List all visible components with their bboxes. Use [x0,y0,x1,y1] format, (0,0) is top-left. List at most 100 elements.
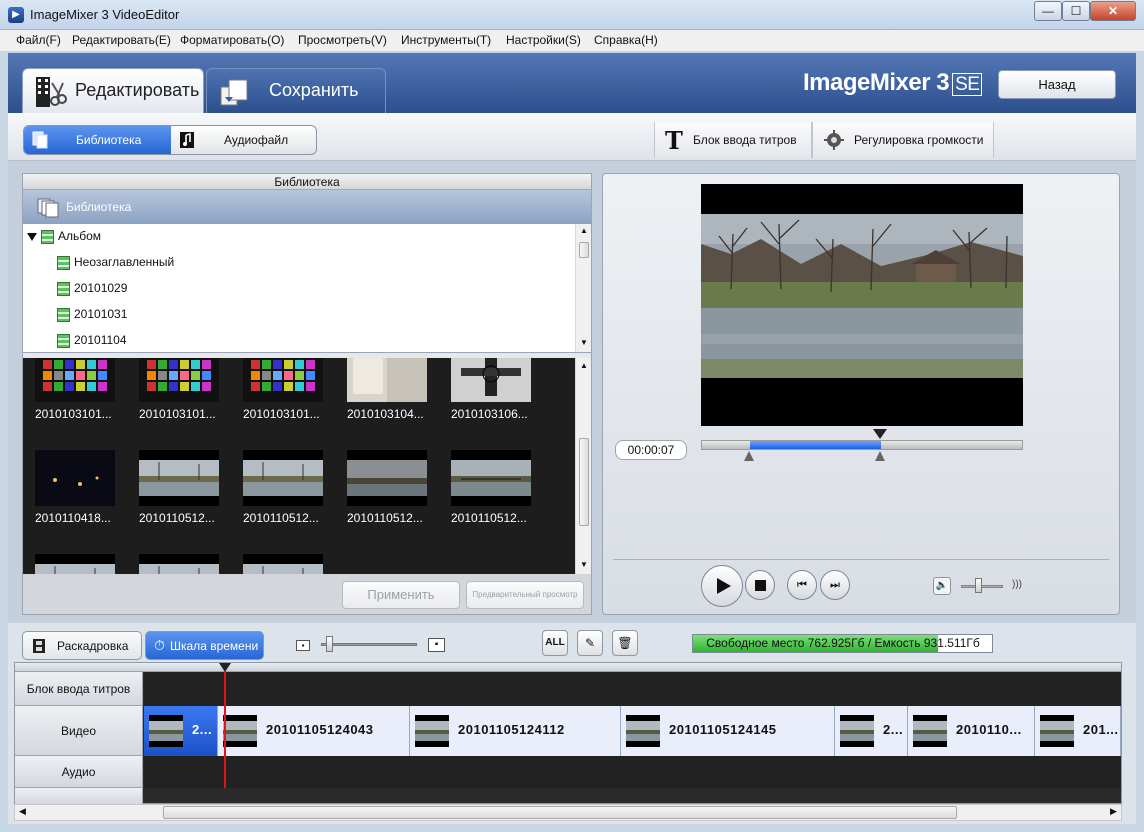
timeline-clip[interactable]: 2010110... [908,706,1035,756]
timeline-clip[interactable]: 201... [1035,706,1121,756]
music-note-icon [180,132,194,148]
tab-edit[interactable]: Редактировать [22,68,204,113]
timeline-clip[interactable]: 20101105124145 [621,706,835,756]
tab-save-label: Сохранить [269,80,359,100]
brand-logo: ImageMixer 3 SE [803,69,983,97]
thumbnail-image [347,358,427,402]
scroll-up-icon[interactable]: ▲ [580,361,588,370]
library-clip-label: 2010110512... [451,511,527,525]
tree-node-untitled[interactable]: Неозаглавленный [57,250,174,274]
zoom-in-icon[interactable]: ▪ [428,638,445,652]
library-category-bar[interactable]: Библиотека [23,190,591,224]
volume-adjust-button[interactable]: Регулировка громкости [812,122,994,158]
timeline-clip[interactable]: 20101105124043 [218,706,410,756]
thumbnail-image [451,450,531,506]
album-icon [57,307,70,322]
zoom-slider-knob[interactable] [325,636,333,652]
tab-timeline[interactable]: ⏱ Шкала времени [145,631,264,660]
thumbnail-image [243,450,323,506]
library-clip-thumbnail[interactable] [35,358,115,402]
tree-node-20101031[interactable]: 20101031 [57,302,127,326]
library-clip-thumbnail[interactable] [35,450,115,506]
timeline-scrollbar[interactable]: ◀ ▶ [14,804,1122,821]
album-tree: Альбом Неозаглавленный 20101029 20101031… [23,224,591,353]
tree-scrollbar[interactable]: ▲ ▼ [575,224,591,352]
tab-storyboard[interactable]: Раскадровка [22,631,142,660]
play-icon [717,578,731,594]
library-clip-thumbnail[interactable] [35,554,115,574]
menu-help[interactable]: Справка(H) [594,33,658,47]
library-clip-label: 2010110418... [35,511,111,525]
library-clip-thumbnail[interactable] [347,450,427,506]
clip-label: 20101105124145 [669,722,777,737]
trim-slider[interactable] [701,440,1023,450]
clip-label: 2010110... [956,722,1022,737]
trim-in-handle[interactable] [744,451,754,461]
playhead-marker[interactable] [873,429,888,439]
clip-thumbnail [626,715,660,747]
library-clip-thumbnail[interactable] [139,554,219,574]
menu-edit[interactable]: Редактировать(E) [72,33,171,47]
minimize-button[interactable]: — [1034,1,1062,21]
expand-triangle-icon[interactable] [27,232,37,241]
timeline-scroll-thumb[interactable] [163,806,957,819]
toolbar: Библиотека Аудиофайл T Блок ввода титров… [8,113,1136,161]
timeline-clip[interactable]: 20101105124112 [410,706,621,756]
scroll-up-icon[interactable]: ▲ [580,226,588,235]
effect-button[interactable]: ✎ [577,630,603,656]
volume-slider-knob[interactable] [974,578,982,593]
title-block-label: Блок ввода титров [693,133,797,147]
close-button[interactable]: ✕ [1090,1,1136,21]
timecode-display: 00:00:07 [615,440,687,460]
library-clip-thumbnail[interactable] [451,358,531,402]
scroll-down-icon[interactable]: ▼ [580,338,588,347]
tree-node-album[interactable]: Альбом [27,224,101,248]
preview-button[interactable]: Предварительный просмотр [466,581,584,609]
menu-settings[interactable]: Настройки(S) [506,33,581,47]
clip-thumbnail [415,715,449,747]
title-block-button[interactable]: T Блок ввода титров [654,122,812,158]
scroll-down-icon[interactable]: ▼ [580,560,588,569]
grid-scrollbar[interactable]: ▲ ▼ [575,358,591,574]
back-button[interactable]: Назад [998,70,1116,99]
library-clip-label: 2010103104... [347,407,424,421]
tree-node-20101029[interactable]: 20101029 [57,276,127,300]
library-clip-thumbnail[interactable] [139,450,219,506]
select-all-button[interactable]: ALL [542,630,568,656]
next-button[interactable]: ⏭ [820,570,850,600]
play-button[interactable] [701,565,743,607]
menu-view[interactable]: Просмотреть(V) [298,33,387,47]
menu-file[interactable]: Файл(F) [16,33,61,47]
library-button[interactable]: Библиотека [24,126,171,154]
mute-button[interactable]: 🔈 [933,577,951,595]
tree-scroll-thumb[interactable] [579,242,589,258]
library-clip-thumbnail[interactable] [243,554,323,574]
zoom-out-icon[interactable]: ▪ [296,640,310,651]
zoom-slider[interactable] [321,643,417,646]
audio-file-button[interactable]: Аудиофайл [171,126,316,154]
tab-save[interactable]: Сохранить [206,68,386,113]
scroll-right-icon[interactable]: ▶ [1110,806,1117,817]
timeline-clip[interactable]: 2... [835,706,908,756]
library-panel-title: Библиотека [23,174,591,190]
library-clip-thumbnail[interactable] [243,450,323,506]
trim-out-handle[interactable] [875,451,886,461]
timeline-clip[interactable]: 2... [144,706,218,756]
library-clip-thumbnail[interactable] [139,358,219,402]
library-clip-thumbnail[interactable] [451,450,531,506]
library-clip-thumbnail[interactable] [347,358,427,402]
apply-button[interactable]: Применить [342,581,460,609]
thumbnail-image [451,358,531,402]
delete-button[interactable]: 🗑 [612,630,638,656]
tree-node-20101104[interactable]: 20101104 [57,328,127,352]
free-space-meter: Свободное место 762.925Гб / Емкость 931.… [692,634,993,653]
volume-slider[interactable] [961,585,1003,588]
library-clip-thumbnail[interactable] [243,358,323,402]
maximize-button[interactable]: ☐ [1062,1,1090,21]
stop-button[interactable] [745,570,775,600]
menu-tools[interactable]: Инструменты(T) [401,33,491,47]
scroll-left-icon[interactable]: ◀ [19,806,26,817]
previous-button[interactable]: ⏮ [787,570,817,600]
menu-format[interactable]: Форматировать(O) [180,33,284,47]
grid-scroll-thumb[interactable] [579,438,589,526]
